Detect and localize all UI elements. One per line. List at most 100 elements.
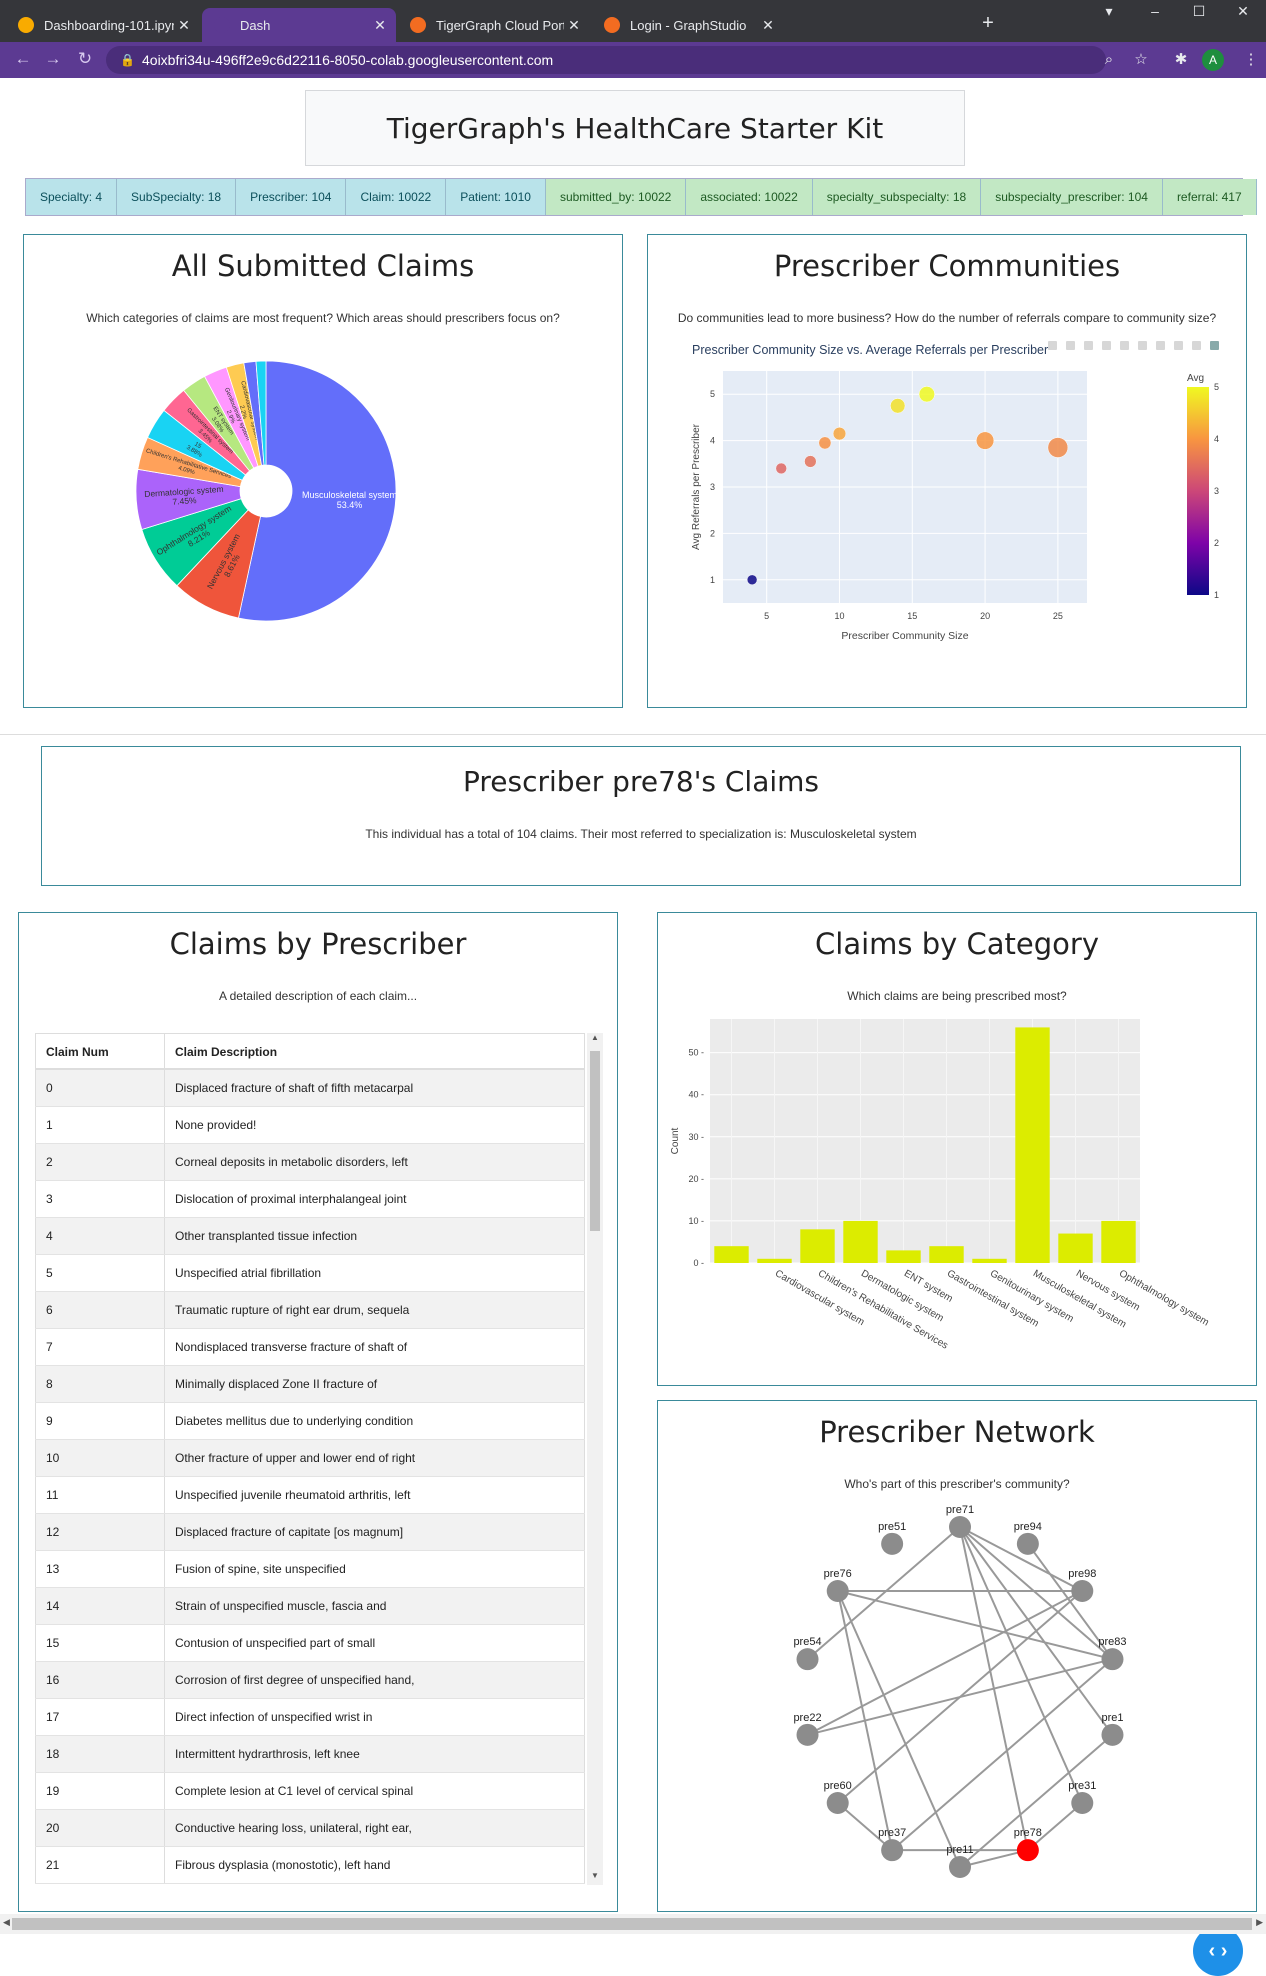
table-row[interactable]: 6 Traumatic rupture of right ear drum, se… — [35, 1292, 585, 1329]
scatter-point[interactable] — [818, 436, 832, 450]
scatter-point[interactable] — [775, 462, 787, 475]
bar[interactable] — [1015, 1027, 1050, 1263]
network-node[interactable] — [1071, 1580, 1094, 1603]
network-node[interactable] — [1071, 1791, 1094, 1814]
network-node[interactable] — [1101, 1648, 1124, 1671]
reload-icon[interactable]: ↻ — [72, 48, 98, 72]
more-menu-icon[interactable]: ⋮ — [1240, 50, 1262, 72]
table-row[interactable]: 11 Unspecified juvenile rheumatoid arthri… — [35, 1477, 585, 1514]
table-row[interactable]: 19 Complete lesion at C1 level of cervica… — [35, 1773, 585, 1810]
back-icon[interactable]: ← — [10, 48, 36, 72]
scatter-point[interactable] — [890, 398, 906, 414]
bar[interactable] — [714, 1246, 749, 1263]
new-tab-button[interactable]: + — [974, 10, 1002, 38]
chart-toolbar-icon[interactable] — [1192, 341, 1201, 350]
table-row[interactable]: 16 Corrosion of first degree of unspecifi… — [35, 1662, 585, 1699]
avatar[interactable]: A — [1202, 49, 1224, 71]
chart-toolbar-icon[interactable] — [1048, 341, 1057, 350]
bar[interactable] — [757, 1258, 792, 1263]
close-tab-icon[interactable]: ✕ — [758, 17, 778, 34]
network-node[interactable] — [949, 1516, 971, 1538]
bar[interactable] — [800, 1229, 835, 1263]
network-node[interactable] — [1101, 1723, 1124, 1746]
network-node[interactable] — [881, 1532, 904, 1555]
url-input[interactable]: 🔒 4oixbfri34u-496ff2e9c6d22116-8050-cola… — [106, 46, 1106, 74]
table-row[interactable]: 12 Displaced fracture of capitate [os mag… — [35, 1514, 585, 1551]
table-row[interactable]: 18 Intermittent hydrarthrosis, left knee — [35, 1736, 585, 1773]
close-window-icon[interactable]: ✕ — [1220, 0, 1266, 24]
network-node[interactable] — [1016, 1532, 1039, 1555]
browser-tab[interactable]: Dashboarding-101.ipynb - Colab✕ — [6, 8, 200, 42]
column-header-claim-num[interactable]: Claim Num — [35, 1034, 165, 1068]
table-scroll-thumb[interactable] — [590, 1051, 600, 1231]
claims-pie-chart[interactable]: Musculoskeletal system 53.4%Nervous syste… — [24, 331, 622, 703]
network-node[interactable] — [826, 1791, 849, 1814]
scroll-up-icon[interactable]: ▲ — [587, 1033, 603, 1047]
close-tab-icon[interactable]: ✕ — [564, 17, 584, 34]
chart-toolbar-icon[interactable] — [1138, 341, 1147, 350]
forward-icon[interactable]: → — [40, 48, 66, 72]
page-horizontal-scrollbar[interactable]: ◀ ▶ — [0, 1914, 1266, 1934]
bar[interactable] — [972, 1258, 1007, 1263]
scroll-right-icon[interactable]: ▶ — [1256, 1917, 1263, 1928]
scatter-point[interactable] — [804, 455, 817, 468]
table-row[interactable]: 4 Other transplanted tissue infection — [35, 1218, 585, 1255]
chart-toolbar-icon[interactable] — [1084, 341, 1093, 350]
table-row[interactable]: 3 Dislocation of proximal interphalangeal… — [35, 1181, 585, 1218]
table-row[interactable]: 9 Diabetes mellitus due to underlying con… — [35, 1403, 585, 1440]
network-graph[interactable]: pre71 pre94 pre98 pre83 pre1 pre31 pre78 pre11 p… — [658, 1505, 1256, 1905]
chart-toolbar-icon[interactable] — [1174, 341, 1183, 350]
scatter-point[interactable] — [832, 426, 847, 441]
scatter-point[interactable] — [976, 431, 995, 450]
table-row[interactable]: 8 Minimally displaced Zone II fracture of — [35, 1366, 585, 1403]
table-row[interactable]: 17 Direct infection of unspecified wrist … — [35, 1699, 585, 1736]
chart-toolbar-icon[interactable] — [1210, 341, 1219, 350]
bar[interactable] — [1101, 1220, 1136, 1263]
network-node[interactable] — [796, 1648, 819, 1671]
scroll-left-icon[interactable]: ◀ — [3, 1917, 10, 1928]
network-node[interactable] — [881, 1839, 904, 1862]
chart-toolbar-icon[interactable] — [1102, 341, 1111, 350]
table-row[interactable]: 15 Contusion of unspecified part of small — [35, 1625, 585, 1662]
page-scroll-thumb[interactable] — [12, 1918, 1252, 1930]
network-node[interactable] — [949, 1856, 971, 1878]
scroll-down-icon[interactable]: ▼ — [587, 1871, 603, 1885]
table-row[interactable]: 13 Fusion of spine, site unspecified — [35, 1551, 585, 1588]
column-header-claim-description[interactable]: Claim Description — [165, 1034, 585, 1068]
table-row[interactable]: 21 Fibrous dysplasia (monostotic), left h… — [35, 1847, 585, 1884]
browser-tab[interactable]: TigerGraph Cloud Portal ✕ — [398, 8, 590, 42]
table-row[interactable]: 10 Other fracture of upper and lower end … — [35, 1440, 585, 1477]
minimize-icon[interactable]: – — [1132, 0, 1178, 24]
scatter-point[interactable] — [918, 386, 935, 403]
bookmark-star-icon[interactable]: ☆ — [1130, 50, 1152, 72]
close-tab-icon[interactable]: ✕ — [174, 17, 194, 34]
table-row[interactable]: 1 None provided! — [35, 1107, 585, 1144]
table-row[interactable]: 5 Unspecified atrial fibrillation — [35, 1255, 585, 1292]
zoom-icon[interactable]: ⌕ — [1098, 50, 1120, 72]
chart-toolbar-icon[interactable] — [1120, 341, 1129, 350]
category-bar-chart[interactable]: 0 -10 -20 -30 -40 -50 -CountCardiovascul… — [658, 1009, 1256, 1381]
network-node[interactable] — [796, 1723, 819, 1746]
bar[interactable] — [929, 1246, 964, 1263]
table-row[interactable]: 7 Nondisplaced transverse fracture of sha… — [35, 1329, 585, 1366]
network-node[interactable] — [826, 1580, 849, 1603]
network-node[interactable] — [1016, 1839, 1039, 1862]
community-scatter-chart[interactable]: Prescriber Community Size vs. Average Re… — [648, 331, 1246, 703]
table-row[interactable]: 2 Corneal deposits in metabolic disorders… — [35, 1144, 585, 1181]
table-row[interactable]: 20 Conductive hearing loss, unilateral, r… — [35, 1810, 585, 1847]
profile-dropdown-icon[interactable]: ▾ — [1086, 0, 1132, 24]
chart-toolbar-icon[interactable] — [1066, 341, 1075, 350]
table-row[interactable]: 14 Strain of unspecified muscle, fascia a… — [35, 1588, 585, 1625]
scatter-point[interactable] — [1047, 437, 1069, 458]
chart-toolbar-icon[interactable] — [1156, 341, 1165, 350]
scatter-point[interactable] — [746, 574, 758, 586]
browser-tab[interactable]: Dash ✕ — [202, 8, 396, 42]
bar[interactable] — [843, 1220, 878, 1263]
close-tab-icon[interactable]: ✕ — [370, 17, 390, 34]
bar[interactable] — [1058, 1233, 1093, 1263]
maximize-icon[interactable]: ☐ — [1176, 0, 1222, 24]
bar[interactable] — [886, 1250, 921, 1263]
table-row[interactable]: 0 Displaced fracture of shaft of fifth me… — [35, 1070, 585, 1107]
extensions-icon[interactable]: ✱ — [1170, 50, 1192, 72]
browser-tab[interactable]: Login - GraphStudio ✕ — [592, 8, 784, 42]
